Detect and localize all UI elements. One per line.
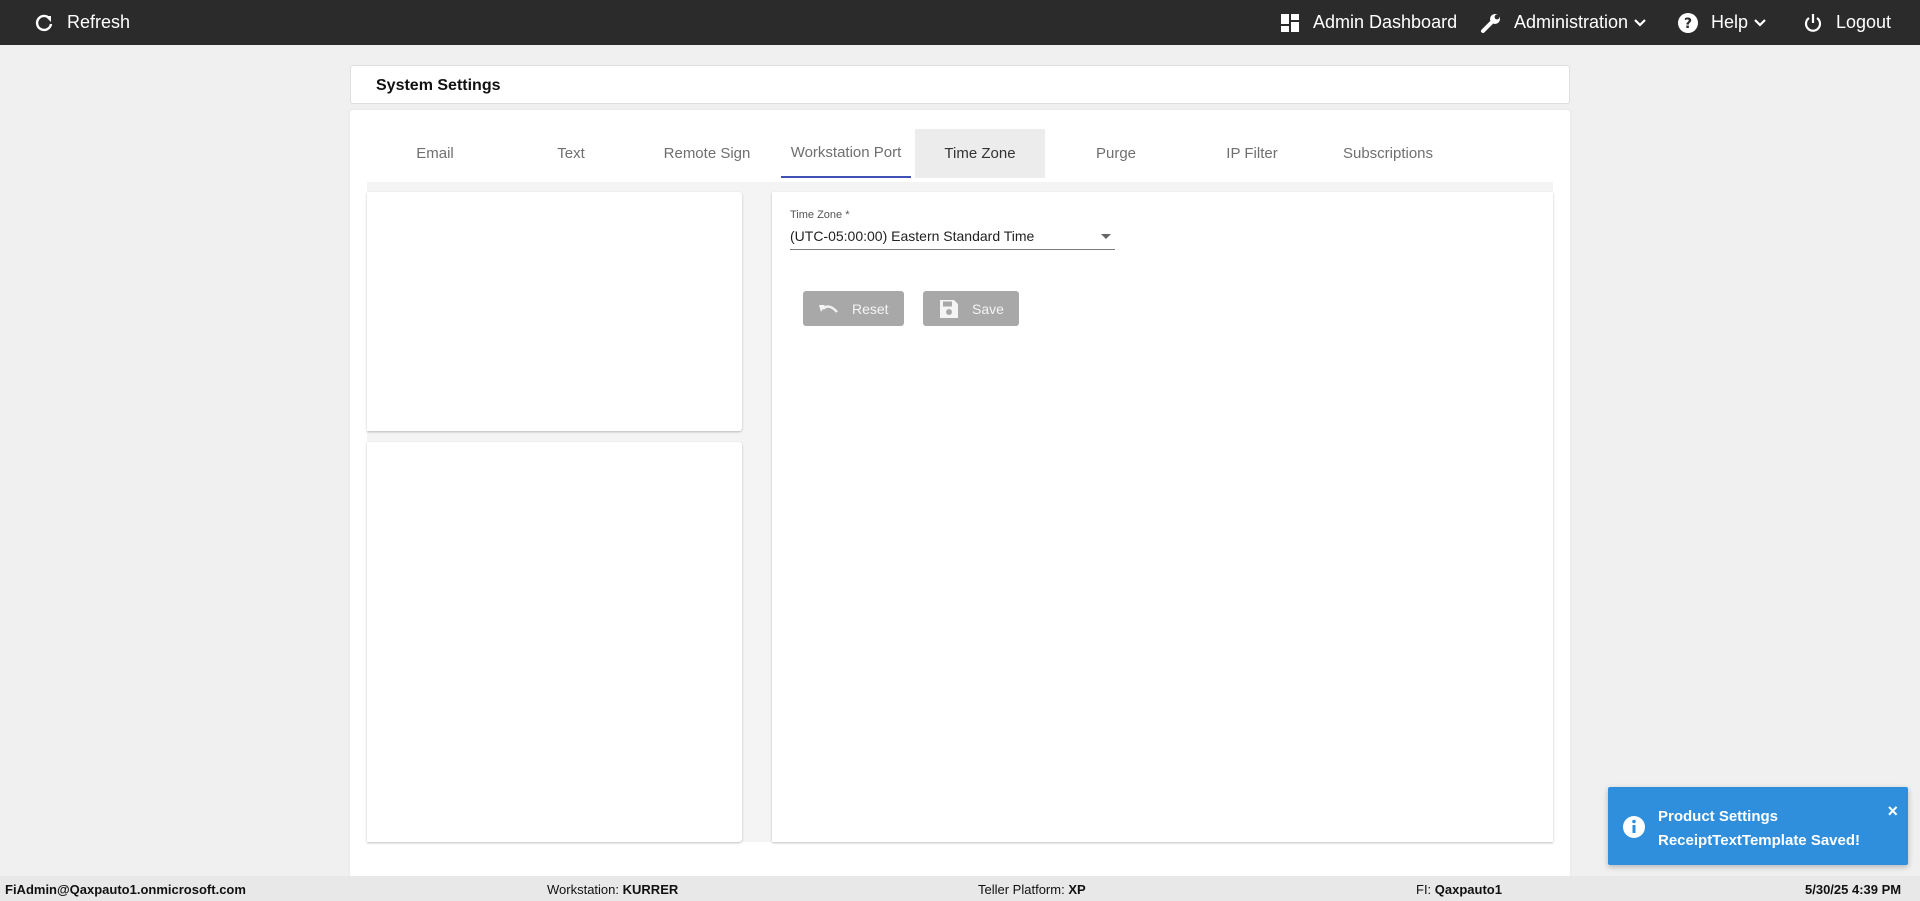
tab-time-zone[interactable]: Time Zone	[915, 129, 1045, 178]
save-button[interactable]: Save	[923, 291, 1019, 326]
page-title: System Settings	[376, 77, 501, 94]
tab-purge[interactable]: Purge	[1051, 129, 1181, 178]
footer-datetime: 5/30/25 4:39 PM	[1805, 882, 1902, 897]
time-zone-form: Time Zone * (UTC-05:00:00) Eastern Stand…	[772, 192, 1553, 842]
toast-line-2: ReceiptTextTemplate Saved!	[1658, 832, 1861, 849]
info-icon	[1622, 815, 1646, 839]
svg-text:?: ?	[1684, 16, 1692, 32]
footer-fi-label: FI:	[1416, 882, 1432, 897]
reset-button[interactable]: Reset	[803, 291, 904, 326]
chevron-down-icon	[1634, 16, 1648, 30]
footer-fi-value: Qaxpauto1	[1434, 882, 1502, 897]
tab-subscriptions[interactable]: Subscriptions	[1323, 129, 1453, 178]
toast-notification: Product Settings ReceiptTextTemplate Sav…	[1608, 787, 1908, 865]
tab-text[interactable]: Text	[506, 129, 636, 178]
close-icon[interactable]: ×	[1887, 802, 1898, 820]
time-zone-value: (UTC-05:00:00) Eastern Standard Time	[790, 228, 1035, 244]
refresh-button[interactable]: Refresh	[33, 0, 130, 45]
logout-label: Logout	[1836, 12, 1892, 32]
refresh-icon	[33, 12, 55, 34]
footer-workstation-value: KURRER	[622, 882, 679, 897]
footer-fi: FI: Qaxpauto1	[1416, 882, 1502, 897]
settings-panel: Email Text Remote Sign Workstation Port …	[350, 110, 1570, 877]
save-label: Save	[972, 300, 1004, 317]
admin-dashboard-link[interactable]: Admin Dashboard	[1279, 0, 1457, 45]
toast-message: Product Settings ReceiptTextTemplate Sav…	[1658, 805, 1860, 853]
footer-workstation-label: Workstation:	[547, 882, 620, 897]
help-icon: ?	[1677, 12, 1699, 34]
tab-remote-sign[interactable]: Remote Sign	[642, 129, 772, 178]
left-panel-bottom	[367, 442, 742, 842]
toast-line-1: Product Settings	[1658, 808, 1779, 825]
time-zone-select[interactable]: (UTC-05:00:00) Eastern Standard Time	[790, 226, 1115, 250]
tab-email[interactable]: Email	[370, 129, 500, 178]
administration-label: Administration	[1514, 12, 1629, 32]
dropdown-arrow-icon	[1101, 234, 1111, 239]
reset-label: Reset	[852, 300, 889, 317]
administration-menu[interactable]: Administration	[1480, 0, 1648, 45]
save-icon	[938, 299, 960, 319]
tab-content: Time Zone * (UTC-05:00:00) Eastern Stand…	[367, 182, 1553, 842]
footer-platform-label: Teller Platform:	[978, 882, 1065, 897]
logout-button[interactable]: Logout	[1802, 0, 1891, 45]
help-menu[interactable]: ? Help	[1677, 0, 1768, 45]
footer-platform: Teller Platform: XP	[978, 882, 1086, 897]
tab-ip-filter[interactable]: IP Filter	[1187, 129, 1317, 178]
chevron-down-icon	[1754, 16, 1768, 30]
refresh-label: Refresh	[67, 12, 131, 32]
time-zone-label: Time Zone *	[790, 209, 850, 221]
footer-platform-value: XP	[1068, 882, 1086, 897]
left-panel-top	[367, 192, 742, 431]
page-header-card: System Settings	[350, 65, 1570, 104]
dashboard-icon	[1279, 12, 1301, 34]
wrench-icon	[1480, 12, 1502, 34]
status-bar: FiAdmin@Qaxpauto1.onmicrosoft.com Workst…	[0, 876, 1920, 901]
admin-dashboard-label: Admin Dashboard	[1313, 12, 1458, 32]
tab-workstation-port[interactable]: Workstation Port	[781, 129, 911, 178]
power-icon	[1802, 12, 1824, 34]
footer-workstation: Workstation: KURRER	[547, 882, 678, 897]
help-label: Help	[1711, 12, 1749, 32]
top-navigation-bar: Refresh Admin Dashboard Administration ?…	[0, 0, 1920, 45]
undo-icon	[818, 299, 840, 319]
footer-user: FiAdmin@Qaxpauto1.onmicrosoft.com	[5, 882, 246, 897]
